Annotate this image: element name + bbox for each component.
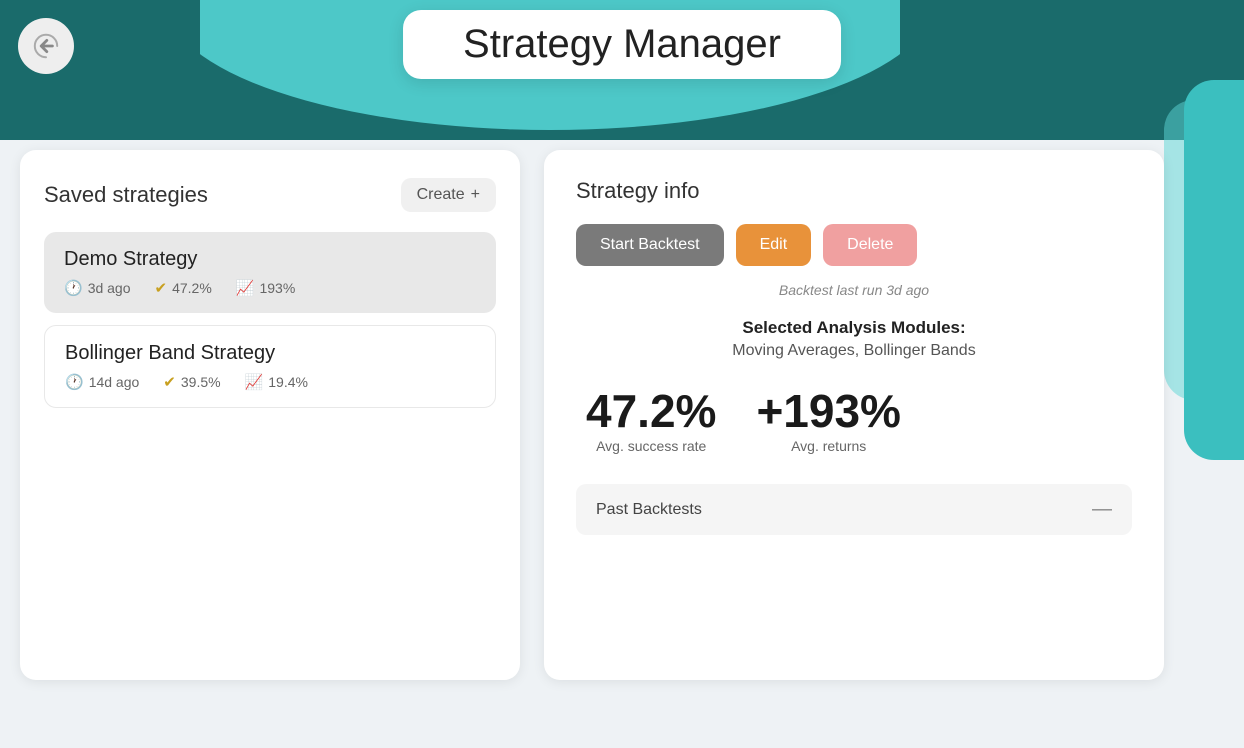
- delete-strategy-button[interactable]: Delete: [823, 224, 917, 266]
- stat-success-value: 47.2%: [586, 388, 716, 434]
- strategy-name-bollinger: Bollinger Band Strategy: [65, 342, 475, 365]
- strategy-info-panel: Strategy info Start Backtest Edit Delete…: [544, 150, 1164, 680]
- right-accent-decoration: [1184, 80, 1244, 460]
- strategy-item-demo[interactable]: Demo Strategy 🕐 3d ago ✔ 47.2% 📈 193%: [44, 232, 496, 313]
- strategy-success-bollinger: ✔ 39.5%: [163, 373, 220, 391]
- strategy-item-bollinger[interactable]: Bollinger Band Strategy 🕐 14d ago ✔ 39.5…: [44, 325, 496, 408]
- chart-icon-demo: 📈: [236, 279, 255, 297]
- saved-strategies-panel: Saved strategies Create + Demo Strategy …: [20, 150, 520, 680]
- backtest-last-run-text: Backtest last run 3d ago: [576, 282, 1132, 298]
- stat-returns-label: Avg. returns: [756, 438, 901, 454]
- stat-success-label: Avg. success rate: [586, 438, 716, 454]
- page-title-box: Strategy Manager: [403, 10, 841, 79]
- strategy-returns-bollinger: 📈 19.4%: [245, 373, 308, 391]
- edit-strategy-button[interactable]: Edit: [736, 224, 812, 266]
- saved-strategies-title: Saved strategies: [44, 182, 208, 208]
- create-plus-icon: +: [471, 186, 480, 204]
- check-icon-demo: ✔: [155, 279, 168, 297]
- clock-icon-demo: 🕐: [64, 279, 83, 297]
- strategy-age-bollinger: 🕐 14d ago: [65, 373, 139, 391]
- action-buttons-group: Start Backtest Edit Delete: [576, 224, 1132, 266]
- stats-row: 47.2% Avg. success rate +193% Avg. retur…: [576, 388, 1132, 454]
- main-content: Saved strategies Create + Demo Strategy …: [20, 150, 1164, 680]
- analysis-modules-value: Moving Averages, Bollinger Bands: [576, 342, 1132, 360]
- stat-success-rate: 47.2% Avg. success rate: [586, 388, 716, 454]
- clock-icon-bollinger: 🕐: [65, 373, 84, 391]
- left-panel-header: Saved strategies Create +: [44, 178, 496, 212]
- create-strategy-button[interactable]: Create +: [401, 178, 496, 212]
- strategy-name-demo: Demo Strategy: [64, 248, 476, 271]
- strategy-age-demo: 🕐 3d ago: [64, 279, 131, 297]
- analysis-modules-label: Selected Analysis Modules:: [576, 318, 1132, 338]
- analysis-modules-section: Selected Analysis Modules: Moving Averag…: [576, 318, 1132, 360]
- page-title: Strategy Manager: [463, 22, 781, 67]
- strategy-returns-demo: 📈 193%: [236, 279, 296, 297]
- past-backtests-bar[interactable]: Past Backtests —: [576, 484, 1132, 535]
- strategy-meta-demo: 🕐 3d ago ✔ 47.2% 📈 193%: [64, 279, 476, 297]
- strategy-meta-bollinger: 🕐 14d ago ✔ 39.5% 📈 19.4%: [65, 373, 475, 391]
- start-backtest-button[interactable]: Start Backtest: [576, 224, 724, 266]
- strategy-info-title: Strategy info: [576, 178, 1132, 204]
- past-backtests-label: Past Backtests: [596, 501, 702, 519]
- strategy-success-demo: ✔ 47.2%: [155, 279, 212, 297]
- check-icon-bollinger: ✔: [163, 373, 176, 391]
- stat-returns-value: +193%: [756, 388, 901, 434]
- stat-avg-returns: +193% Avg. returns: [756, 388, 901, 454]
- create-button-label: Create: [417, 186, 465, 204]
- chart-icon-bollinger: 📈: [245, 373, 264, 391]
- collapse-icon[interactable]: —: [1092, 498, 1112, 521]
- back-button[interactable]: [18, 18, 74, 74]
